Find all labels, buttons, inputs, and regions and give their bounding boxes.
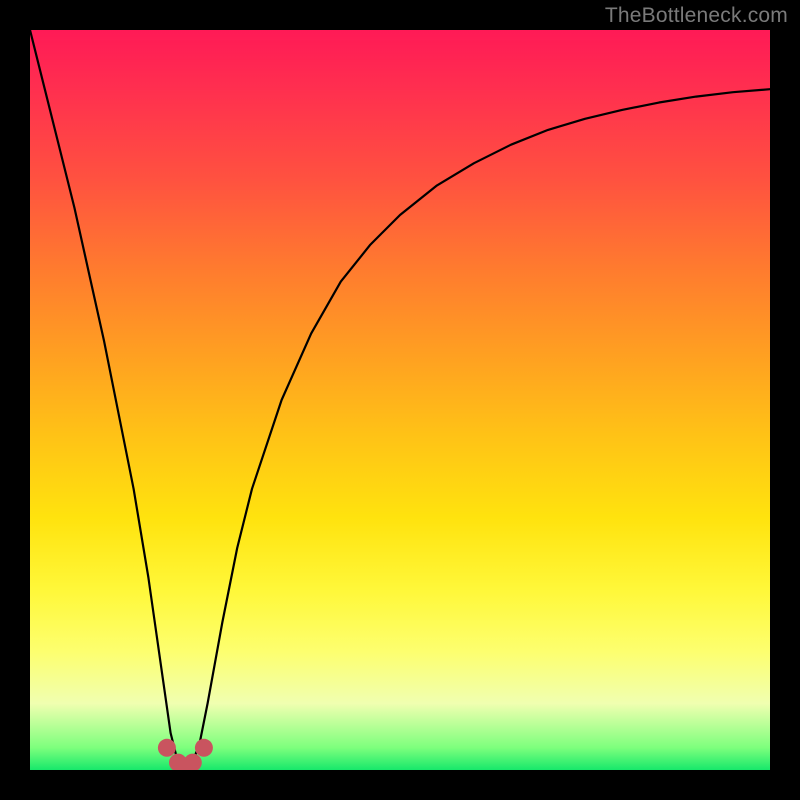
chart-frame: TheBottleneck.com xyxy=(0,0,800,800)
bottleneck-curve xyxy=(30,30,770,766)
min-marker xyxy=(158,739,176,757)
min-marker xyxy=(184,754,202,770)
bottleneck-curve-svg xyxy=(30,30,770,770)
plot-area xyxy=(30,30,770,770)
watermark-text: TheBottleneck.com xyxy=(605,4,788,28)
minimum-markers xyxy=(158,739,213,770)
min-marker xyxy=(195,739,213,757)
